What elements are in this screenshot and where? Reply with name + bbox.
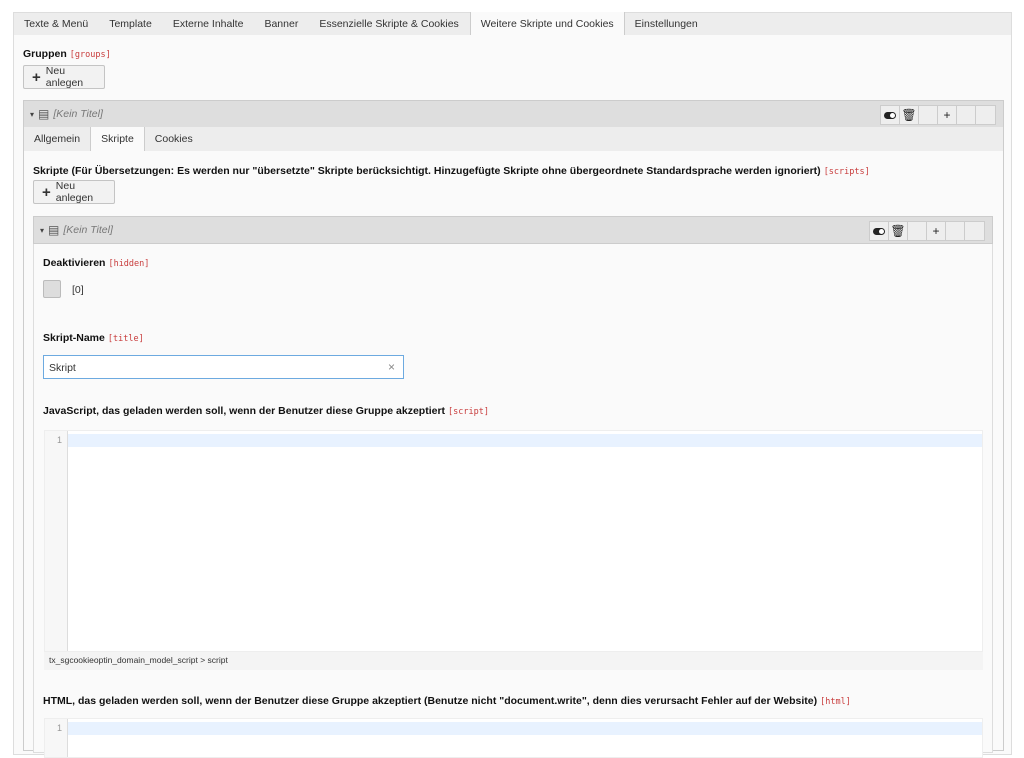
scripts-label: Skripte (Für Übersetzungen: Es werden nu…	[33, 165, 870, 177]
add-icon[interactable]: +	[927, 222, 946, 240]
tab-skripte[interactable]: Skripte	[90, 127, 145, 152]
tab-einstellungen[interactable]: Einstellungen	[625, 13, 709, 35]
script-title: [Kein Titel]	[63, 224, 113, 236]
title-input-value: Skript	[49, 362, 76, 374]
tab-essenzielle[interactable]: Essenzielle Skripte & Cookies	[309, 13, 469, 35]
tab-cookies[interactable]: Cookies	[145, 127, 203, 151]
line-number: 1	[57, 435, 62, 445]
clear-icon[interactable]: ×	[388, 360, 395, 374]
active-line	[68, 434, 982, 447]
record-icon: ▤	[38, 107, 49, 121]
html-field-section: HTML, das geladen werden soll, wenn der …	[33, 683, 993, 753]
script-code-editor[interactable]: 1	[44, 430, 983, 652]
empty-button[interactable]	[976, 106, 995, 124]
group-inner-tabs: Allgemein Skripte Cookies	[23, 127, 1004, 152]
script-header[interactable]: ▾ ▤ [Kein Titel] 🗑 +	[33, 216, 993, 244]
script-toolbar: 🗑 +	[869, 221, 985, 241]
hidden-value: [0]	[72, 284, 84, 296]
line-gutter: 1	[45, 431, 68, 651]
script-label: JavaScript, das geladen werden soll, wen…	[43, 405, 489, 417]
html-code-editor[interactable]: 1	[44, 718, 983, 758]
hidden-tag: [hidden]	[108, 259, 149, 269]
hidden-label-text: Deaktivieren	[43, 257, 105, 269]
collapse-caret-icon[interactable]: ▾	[30, 110, 34, 119]
new-group-button[interactable]: + Neu anlegen	[23, 65, 105, 89]
tab-banner[interactable]: Banner	[254, 13, 309, 35]
toggle-visibility-icon[interactable]	[870, 222, 889, 240]
editor-status-path: tx_sgcookieoptin_domain_model_script > s…	[44, 652, 983, 670]
line-number: 1	[57, 723, 62, 733]
add-icon[interactable]: +	[938, 106, 957, 124]
new-script-button[interactable]: + Neu anlegen	[33, 180, 115, 204]
scripts-label-text: Skripte (Für Übersetzungen: Es werden nu…	[33, 165, 821, 177]
tab-texte-menu[interactable]: Texte & Menü	[14, 13, 99, 35]
collapse-caret-icon[interactable]: ▾	[40, 226, 44, 235]
main-tabs: Texte & Menü Template Externe Inhalte Ba…	[13, 12, 1012, 36]
groups-label: Gruppen[groups]	[23, 48, 111, 60]
group-header[interactable]: ▾ ▤ [Kein Titel] 🗑 +	[23, 100, 1004, 128]
toggle-visibility-icon[interactable]	[881, 106, 900, 124]
title-label-text: Skript-Name	[43, 332, 105, 344]
active-line	[68, 722, 982, 735]
empty-button[interactable]	[946, 222, 965, 240]
tab-template[interactable]: Template	[99, 13, 163, 35]
groups-label-text: Gruppen	[23, 48, 67, 60]
hidden-label: Deaktivieren[hidden]	[43, 257, 149, 269]
new-script-label: Neu anlegen	[56, 180, 106, 204]
script-record-icon: ▤	[48, 223, 59, 237]
plus-icon: +	[32, 70, 41, 85]
plus-icon: +	[42, 185, 51, 200]
empty-button[interactable]	[919, 106, 938, 124]
script-label-text: JavaScript, das geladen werden soll, wen…	[43, 405, 445, 417]
script-tag: [script]	[448, 407, 489, 417]
tab-externe-inhalte[interactable]: Externe Inhalte	[163, 13, 255, 35]
tab-allgemein[interactable]: Allgemein	[24, 127, 90, 151]
tab-weitere[interactable]: Weitere Skripte und Cookies	[470, 12, 625, 36]
scripts-tag: [scripts]	[824, 167, 870, 177]
hidden-checkbox[interactable]	[43, 280, 61, 298]
trash-icon[interactable]: 🗑	[900, 106, 919, 124]
line-gutter: 1	[45, 719, 68, 757]
group-title: [Kein Titel]	[53, 108, 103, 120]
empty-button[interactable]	[965, 222, 984, 240]
html-label-text: HTML, das geladen werden soll, wenn der …	[43, 695, 817, 707]
title-tag: [title]	[108, 334, 144, 344]
title-input[interactable]: Skript ×	[43, 355, 404, 379]
empty-button[interactable]	[957, 106, 976, 124]
groups-tag: [groups]	[70, 50, 111, 60]
title-field-section: Skript-Name[title] Skript ×	[33, 319, 993, 393]
new-group-label: Neu anlegen	[46, 65, 96, 89]
empty-button[interactable]	[908, 222, 927, 240]
trash-icon[interactable]: 🗑	[889, 222, 908, 240]
group-toolbar: 🗑 +	[880, 105, 996, 125]
html-tag: [html]	[820, 697, 851, 707]
hidden-field-section: Deaktivieren[hidden] [0]	[33, 244, 993, 320]
script-field-section: JavaScript, das geladen werden soll, wen…	[33, 392, 993, 684]
html-label: HTML, das geladen werden soll, wenn der …	[43, 695, 851, 707]
title-label: Skript-Name[title]	[43, 332, 144, 344]
